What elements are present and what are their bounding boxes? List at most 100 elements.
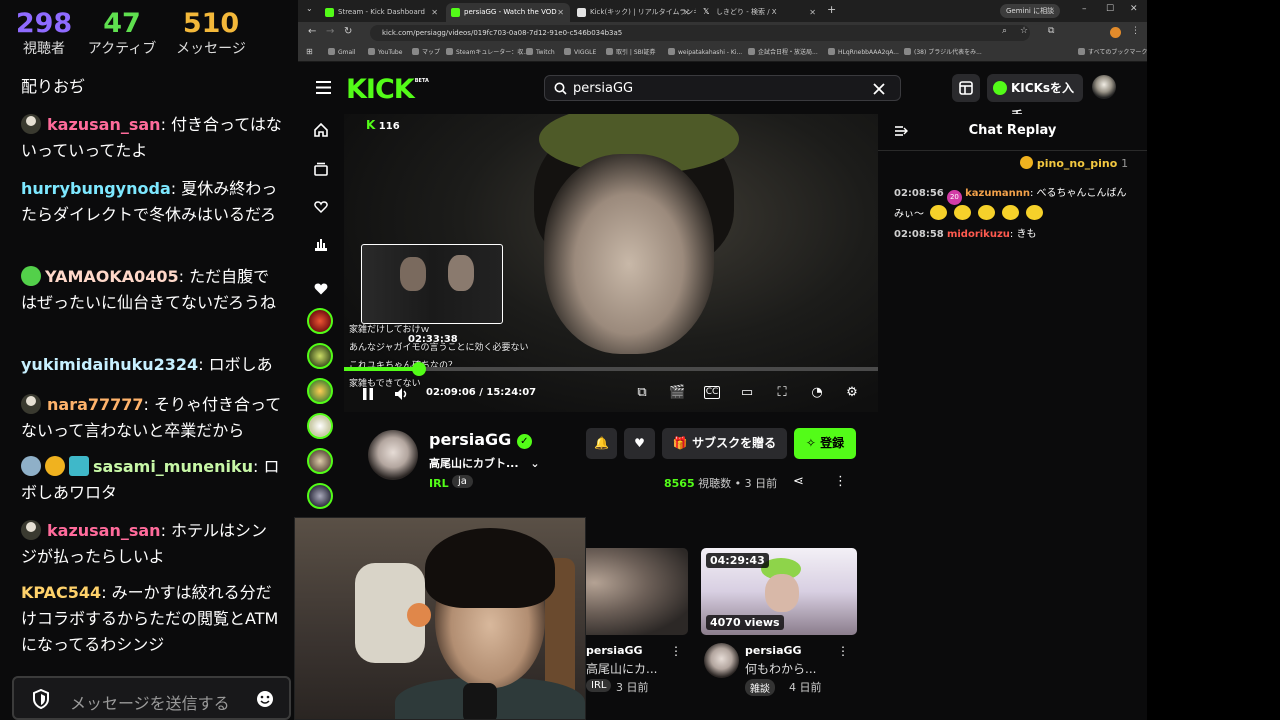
tab-search-chevron-icon[interactable]: ⌄ bbox=[306, 4, 313, 13]
chat-username[interactable]: hurrybungynoda bbox=[21, 179, 171, 198]
video-channel-avatar[interactable] bbox=[704, 643, 739, 678]
video-channel[interactable]: persiaGG bbox=[745, 644, 802, 657]
bookmark-item[interactable]: Gmail bbox=[328, 47, 356, 59]
url-field[interactable]: kick.com/persiagg/videos/019fc703-0a08-7… bbox=[370, 25, 1030, 41]
followed-channel-avatar[interactable] bbox=[307, 308, 333, 334]
settings-gear-icon[interactable]: ⚙ bbox=[844, 386, 860, 400]
tab-kick-dashboard[interactable]: Stream - Kick Dashboard ✕ bbox=[320, 3, 444, 22]
notification-bell-button[interactable]: 🔔 bbox=[586, 428, 617, 459]
video-thumbnail[interactable]: 04:29:43 4070 views bbox=[701, 548, 857, 635]
zoom-icon[interactable]: ⌕ bbox=[1002, 26, 1007, 36]
theater-mode-icon[interactable]: ▭ bbox=[739, 386, 755, 400]
chat-username[interactable]: sasami_muneniku bbox=[93, 457, 253, 476]
emoji-icon[interactable] bbox=[256, 690, 274, 708]
menu-kebab-icon[interactable]: ⋮ bbox=[1131, 26, 1140, 36]
close-window-button[interactable]: ✕ bbox=[1130, 4, 1138, 14]
replay-message: 02:08:56 20 kazumannn: べるちゃんこんばんみぃ〜 bbox=[894, 185, 1134, 223]
tab-close-icon[interactable]: ✕ bbox=[683, 3, 690, 22]
pause-icon[interactable] bbox=[362, 387, 374, 401]
video-more-icon[interactable]: ⋮ bbox=[837, 644, 849, 658]
chat-username[interactable]: kazusan_san bbox=[47, 521, 161, 540]
video-channel[interactable]: persiaGG bbox=[586, 644, 643, 657]
leaderboard-icon[interactable] bbox=[314, 238, 328, 252]
video-tag[interactable]: 雑談 bbox=[745, 679, 775, 696]
message-input[interactable]: メッセージを送信する bbox=[12, 676, 291, 720]
bookmark-item[interactable]: Twitch bbox=[526, 47, 555, 59]
bookmark-item[interactable]: weipatakahashi - Ki... bbox=[668, 47, 742, 59]
chat-username[interactable]: nara77777 bbox=[47, 395, 144, 414]
video-tag[interactable]: IRL bbox=[586, 679, 612, 692]
forward-icon[interactable]: → bbox=[326, 26, 334, 37]
seek-bar-handle[interactable] bbox=[411, 362, 426, 376]
gemini-button[interactable]: Gemini に相談 bbox=[1000, 4, 1061, 18]
kick-logo[interactable]: KICKBETA bbox=[346, 74, 429, 105]
search-input[interactable] bbox=[573, 79, 873, 97]
tab-persiagg-vod[interactable]: persiaGG - Watch the VOD ✕ bbox=[446, 3, 570, 22]
reload-icon[interactable]: ↻ bbox=[344, 26, 352, 37]
replay-username[interactable]: midorikuzu bbox=[947, 229, 1010, 240]
gift-sub-button[interactable]: 🎁 サブスクを贈る bbox=[662, 428, 787, 459]
captions-icon[interactable]: CC bbox=[704, 386, 720, 399]
volume-icon[interactable] bbox=[394, 387, 410, 401]
maximize-button[interactable]: ☐ bbox=[1106, 4, 1114, 14]
back-icon[interactable]: ← bbox=[308, 26, 316, 37]
bookmark-item[interactable]: HLqRnebbAAA2qA... bbox=[828, 47, 899, 59]
miniplayer-icon[interactable]: ⧉ bbox=[634, 386, 650, 400]
followed-channel-avatar[interactable] bbox=[307, 483, 333, 509]
followed-channel-avatar[interactable] bbox=[307, 413, 333, 439]
chat-username[interactable]: yukimidaihuku2324 bbox=[21, 355, 198, 374]
fullscreen-icon[interactable]: ⛶ bbox=[774, 386, 790, 400]
clip-icon[interactable]: 🎬 bbox=[669, 386, 685, 400]
bookmark-star-icon[interactable]: ☆ bbox=[1020, 26, 1028, 36]
replay-username[interactable]: kazumannn bbox=[965, 188, 1030, 199]
new-tab-button[interactable]: + bbox=[827, 3, 836, 16]
followed-channel-avatar[interactable] bbox=[307, 378, 333, 404]
seek-bar[interactable] bbox=[344, 362, 878, 376]
bookmark-item[interactable]: マップ bbox=[412, 47, 440, 59]
tab-kick-ranking[interactable]: Kick(キック) | リアルタイムランキング ✕ bbox=[572, 3, 696, 22]
channel-name[interactable]: persiaGG ✓ bbox=[429, 430, 532, 449]
tab-close-icon[interactable]: ✕ bbox=[809, 3, 816, 22]
video-player[interactable]: K 116 02:33:38 家雑だけしておけｗ あんなジャガイモの言うことに効… bbox=[344, 114, 878, 412]
profile-avatar-icon[interactable] bbox=[1110, 27, 1121, 38]
home-icon[interactable] bbox=[314, 123, 328, 137]
browse-icon[interactable] bbox=[314, 162, 328, 176]
expand-title-chevron-icon[interactable]: ⌄ bbox=[530, 457, 539, 470]
dashboard-button[interactable] bbox=[952, 74, 980, 102]
bookmark-item[interactable]: YouTube bbox=[368, 47, 402, 59]
bookmark-item[interactable]: 取引 | SBI証券 bbox=[606, 47, 656, 59]
bookmark-item[interactable]: Steamキュレーター：収... bbox=[446, 47, 529, 59]
chat-username[interactable]: YAMAOKA0405 bbox=[45, 267, 179, 286]
chat-username[interactable]: KPAC544 bbox=[21, 583, 101, 602]
bookmark-item[interactable]: (38) ブラジル代表をみ... bbox=[904, 47, 982, 59]
chat-username[interactable]: kazusan_san bbox=[47, 115, 161, 134]
more-options-icon[interactable]: ⋮ bbox=[834, 474, 847, 489]
channel-avatar[interactable] bbox=[368, 430, 418, 480]
bookmark-item[interactable]: VIGGLE bbox=[564, 47, 596, 59]
clear-search-icon[interactable] bbox=[873, 83, 885, 95]
user-avatar[interactable] bbox=[1092, 75, 1116, 99]
language-tag[interactable]: ja bbox=[452, 475, 473, 488]
video-title[interactable]: 高尾山にカ... bbox=[586, 660, 657, 677]
followed-channel-avatar[interactable] bbox=[307, 448, 333, 474]
subscribe-button[interactable]: ✧ 登録 bbox=[794, 428, 856, 459]
tab-close-icon[interactable]: ✕ bbox=[557, 3, 564, 22]
playback-speed-icon[interactable]: ◔ bbox=[809, 386, 825, 400]
minimize-button[interactable]: – bbox=[1082, 4, 1087, 14]
hamburger-menu-icon[interactable] bbox=[316, 81, 331, 94]
tab-close-icon[interactable]: ✕ bbox=[431, 3, 438, 22]
pinned-user[interactable]: pino_no_pino bbox=[1037, 157, 1117, 170]
following-heart-icon[interactable] bbox=[314, 200, 328, 214]
share-icon[interactable]: ⋖ bbox=[793, 474, 804, 489]
category-link[interactable]: IRL bbox=[429, 477, 449, 490]
video-more-icon[interactable]: ⋮ bbox=[670, 644, 682, 658]
bookmark-item[interactable]: 企試合日程・放送局... bbox=[748, 47, 818, 59]
follow-heart-button[interactable]: ♥ bbox=[624, 428, 655, 459]
video-title[interactable]: 何もわから... bbox=[745, 660, 816, 677]
bookmark-item[interactable]: すべてのブックマーク bbox=[1078, 47, 1147, 59]
extensions-icon[interactable]: ⧉ bbox=[1048, 26, 1054, 36]
followed-channel-avatar[interactable] bbox=[307, 343, 333, 369]
apps-grid-icon[interactable]: ⊞ bbox=[306, 47, 313, 56]
get-kicks-button[interactable]: KICKsを入手 bbox=[987, 74, 1083, 123]
tab-x-search[interactable]: 𝕏 しきどり - 検索 / X ✕ bbox=[698, 3, 822, 22]
